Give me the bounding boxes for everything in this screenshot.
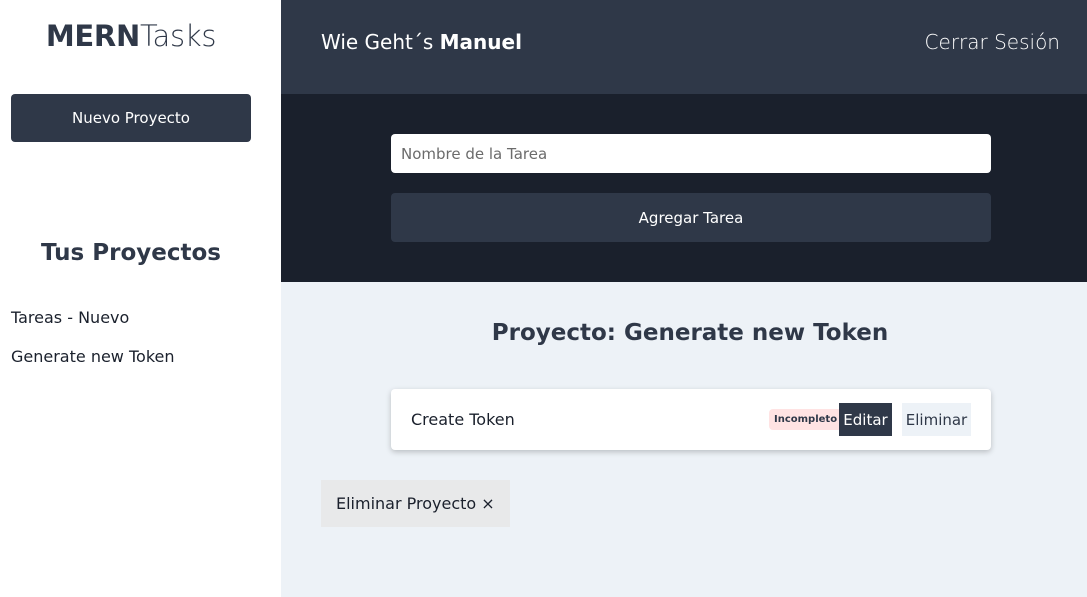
delete-task-button[interactable]: Eliminar (902, 403, 971, 436)
project-item-tareas-nuevo[interactable]: Tareas - Nuevo (11, 308, 175, 347)
sidebar: MERNTasks Nuevo Proyecto Tus Proyectos T… (0, 0, 281, 597)
project-list: Tareas - Nuevo Generate new Token (11, 308, 175, 386)
task-name: Create Token (411, 410, 515, 429)
task-status-badge[interactable]: Incompleto (769, 409, 843, 430)
edit-task-button[interactable]: Editar (839, 403, 892, 436)
greeting: Wie Geht´s Manuel (321, 30, 522, 54)
project-title: Proyecto: Generate new Token (491, 320, 889, 346)
new-project-button[interactable]: Nuevo Proyecto (11, 94, 251, 142)
task-form: Agregar Tarea (281, 94, 1087, 282)
app-header: Wie Geht´s Manuel Cerrar Sesión (281, 0, 1087, 94)
logout-button[interactable]: Cerrar Sesión (925, 30, 1060, 54)
app-logo: MERNTasks (0, 19, 262, 53)
project-item-generate-new-token[interactable]: Generate new Token (11, 347, 175, 386)
projects-title: Tus Proyectos (41, 240, 221, 266)
task-name-input[interactable] (391, 134, 991, 173)
task-item: Create Token Incompleto Editar Eliminar (391, 389, 991, 450)
greeting-text: Wie Geht´s (321, 30, 440, 54)
delete-project-button[interactable]: Eliminar Proyecto × (321, 480, 510, 527)
add-task-button[interactable]: Agregar Tarea (391, 193, 991, 242)
logo-light-text: Tasks (139, 19, 217, 53)
logo-bold-text: MERN (45, 19, 140, 53)
user-name: Manuel (439, 30, 522, 54)
